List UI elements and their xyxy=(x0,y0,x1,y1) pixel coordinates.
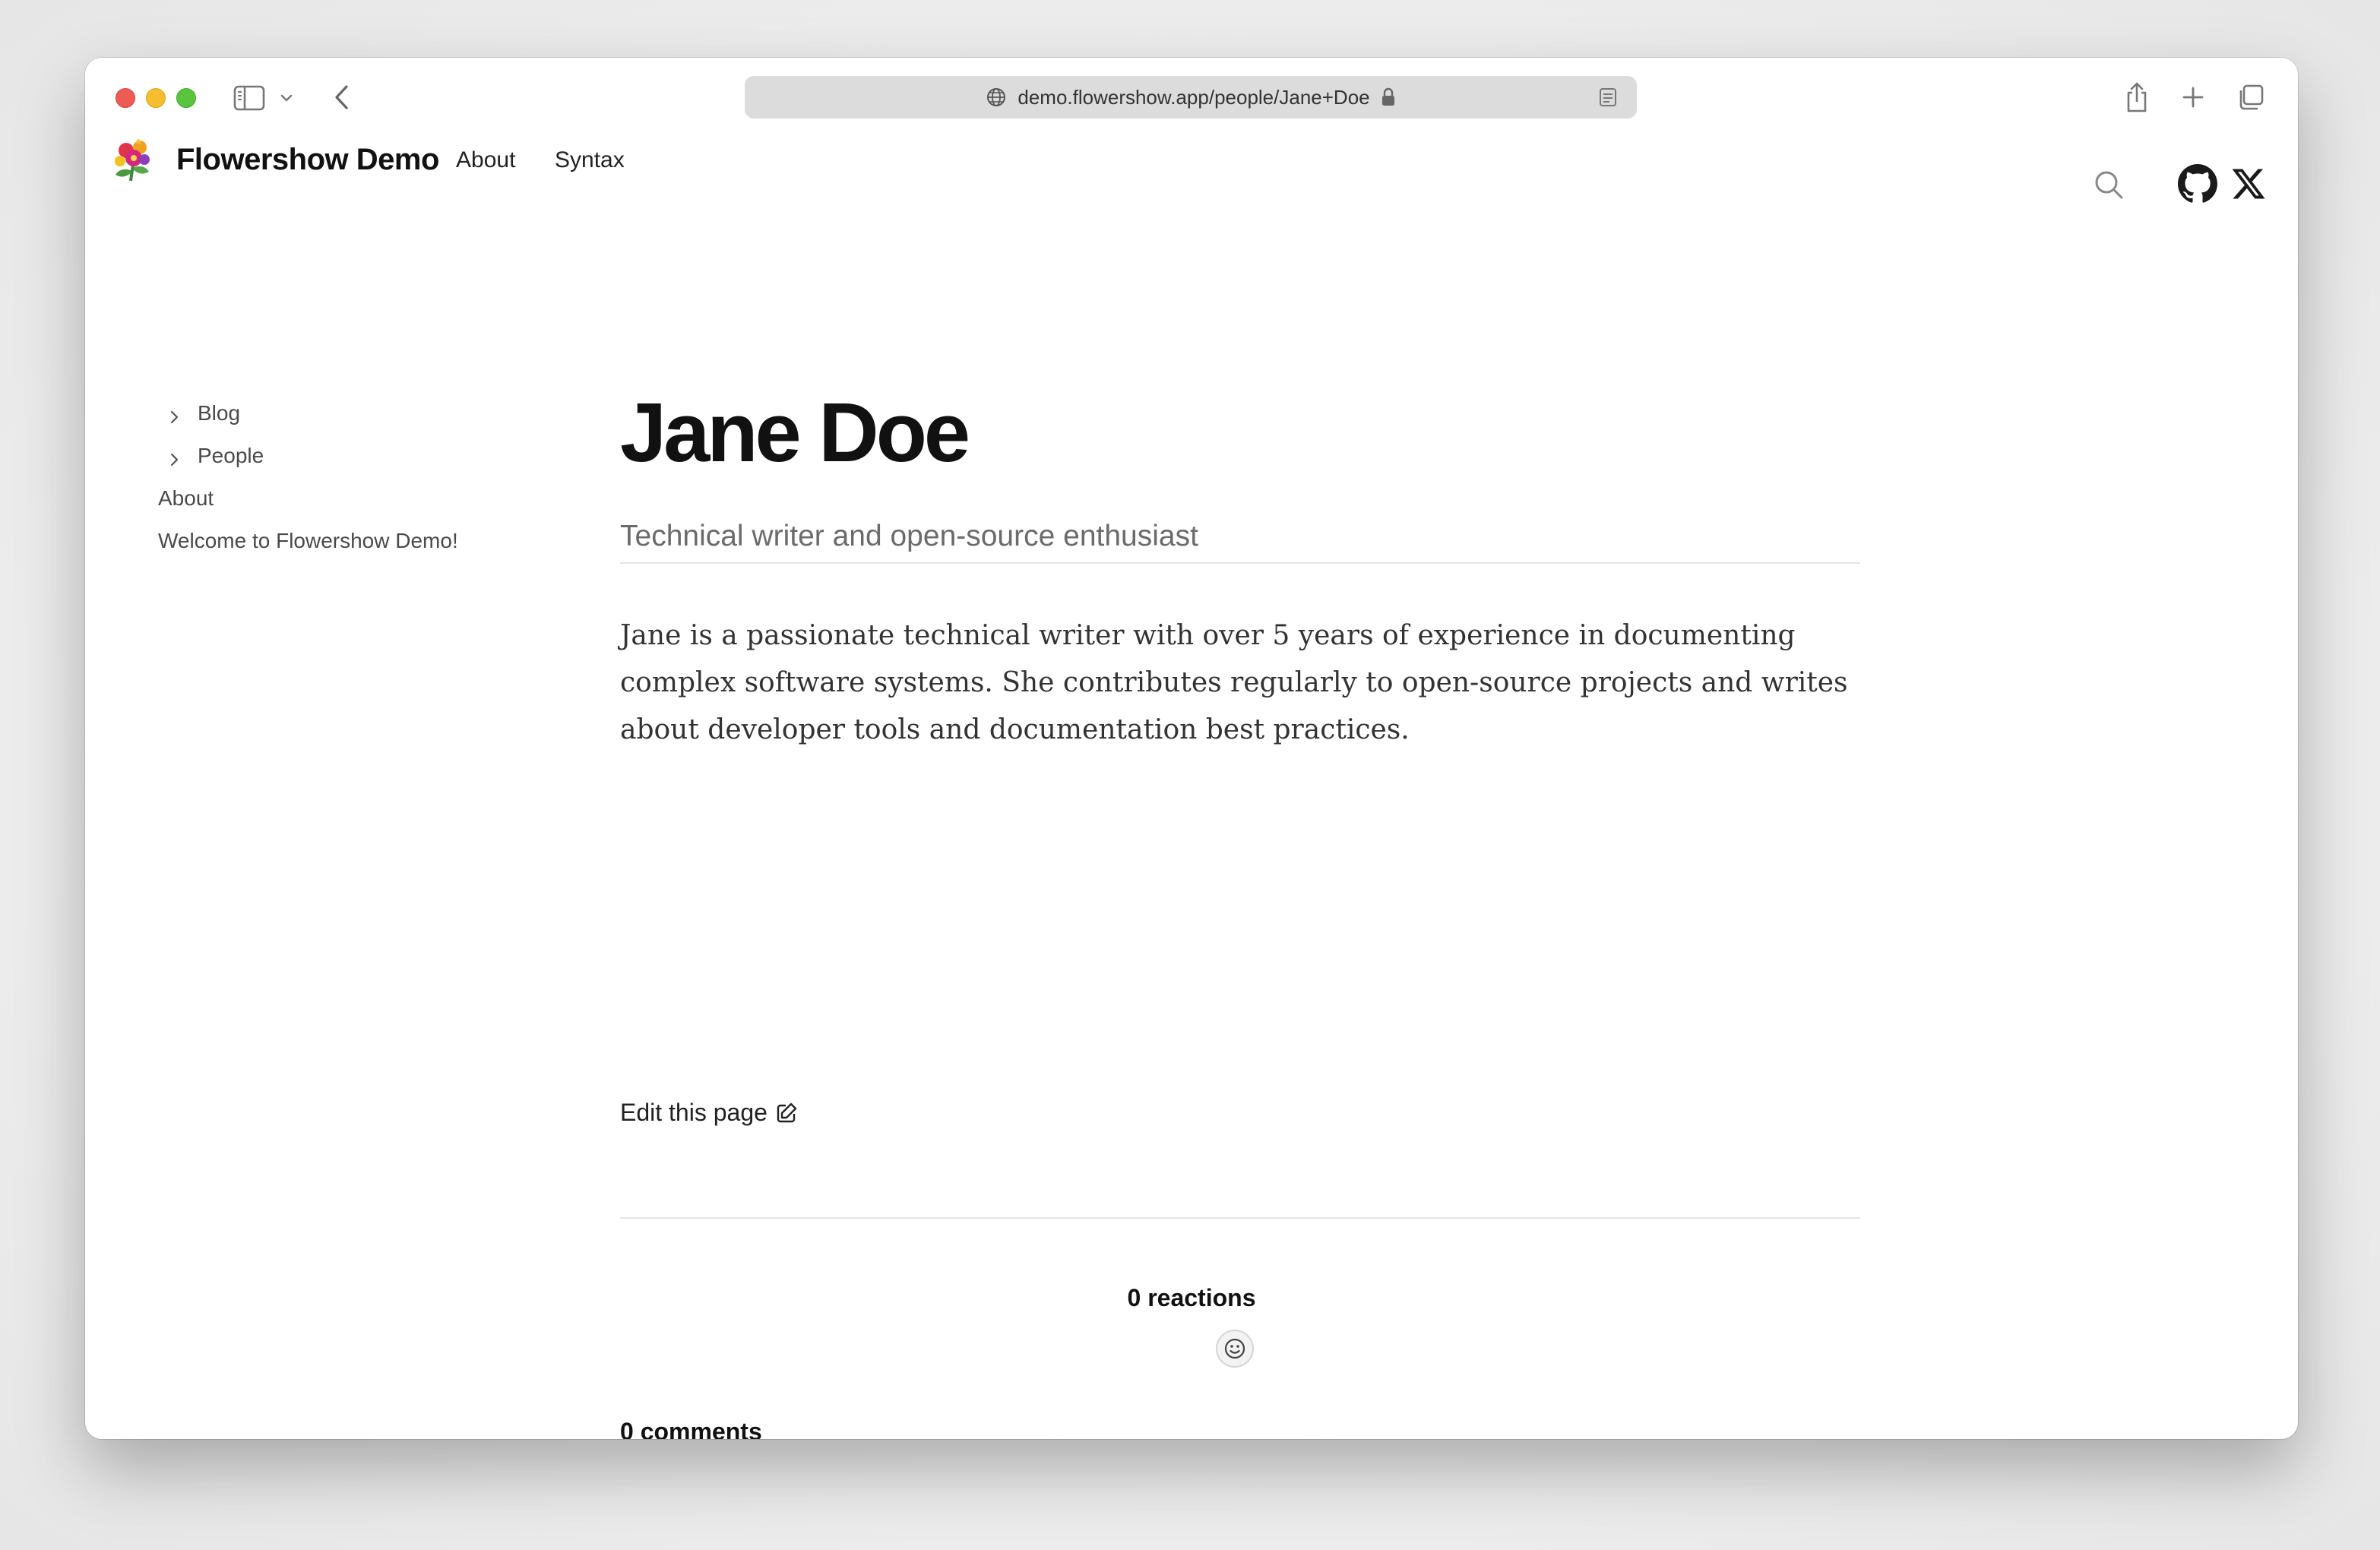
page-body: Jane is a passionate technical writer wi… xyxy=(620,620,1848,745)
search-icon[interactable] xyxy=(2093,169,2126,202)
add-reaction-button[interactable] xyxy=(1216,1330,1254,1368)
edit-page-link[interactable]: Edit this page xyxy=(620,1099,798,1127)
nav-link-about[interactable]: About xyxy=(456,147,515,173)
sidebar-item-blog[interactable]: Blog xyxy=(167,401,240,425)
zoom-window-button[interactable] xyxy=(176,88,196,108)
url-text: demo.flowershow.app/people/Jane+Doe xyxy=(1018,85,1370,109)
address-bar[interactable]: demo.flowershow.app/people/Jane+Doe xyxy=(745,76,1637,119)
sidebar-item-about[interactable]: About xyxy=(158,486,214,511)
edit-page-label: Edit this page xyxy=(620,1099,767,1126)
sidebar-item-people[interactable]: People xyxy=(167,444,264,468)
divider xyxy=(620,1217,1860,1219)
divider xyxy=(620,562,1860,564)
edit-icon xyxy=(775,1102,798,1125)
x-logo-icon[interactable] xyxy=(2230,166,2268,202)
github-icon[interactable] xyxy=(2178,164,2217,204)
sidebar-item-label: People xyxy=(198,444,264,467)
chevron-right-icon xyxy=(167,448,182,467)
comments-count: 0 comments xyxy=(620,1418,762,1439)
lock-icon xyxy=(1381,87,1396,107)
page-title: Jane Doe xyxy=(620,386,970,479)
globe-icon xyxy=(986,87,1007,108)
back-arrow-icon[interactable] xyxy=(328,82,356,112)
share-icon[interactable] xyxy=(2122,79,2152,115)
close-window-button[interactable] xyxy=(116,88,135,108)
browser-toolbar: demo.flowershow.app/people/Jane+Doe xyxy=(85,58,2298,137)
chevron-down-icon[interactable] xyxy=(278,88,295,108)
page-subtitle: Technical writer and open-source enthusi… xyxy=(620,520,1198,552)
sidebar-item-label: Blog xyxy=(198,401,241,425)
reactions-count: 0 reactions xyxy=(1127,1284,1256,1311)
browser-window: demo.flowershow.app/people/Jane+Doe Flow… xyxy=(85,58,2298,1439)
sidebar-item-welcome[interactable]: Welcome to Flowershow Demo! xyxy=(158,529,458,553)
smiley-icon xyxy=(1223,1336,1247,1361)
minimize-window-button[interactable] xyxy=(146,88,166,108)
tabs-overview-icon[interactable] xyxy=(2236,82,2266,112)
sidebar-icon[interactable] xyxy=(233,84,266,112)
site-title[interactable]: Flowershow Demo xyxy=(176,143,439,177)
reader-mode-icon[interactable] xyxy=(1597,87,1619,108)
chevron-right-icon xyxy=(167,406,182,424)
plus-icon[interactable] xyxy=(2178,82,2208,112)
nav-link-syntax[interactable]: Syntax xyxy=(555,147,625,173)
flowershow-logo[interactable] xyxy=(108,134,157,185)
